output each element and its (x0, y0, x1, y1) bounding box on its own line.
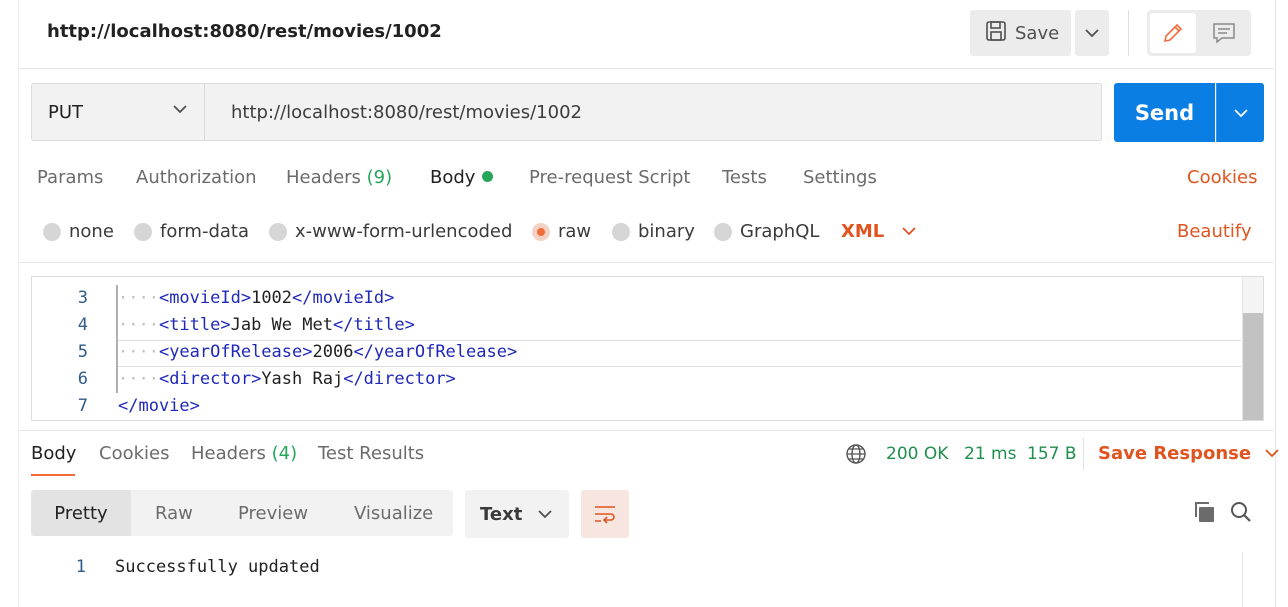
response-line-number: 1 (75, 557, 86, 577)
tab-body[interactable]: Body (430, 167, 494, 188)
tab-headers-label: Headers (286, 167, 361, 188)
divider (1128, 10, 1129, 56)
status-code[interactable]: 200 OK (886, 444, 948, 464)
edit-mode-button[interactable] (1150, 13, 1196, 53)
response-headers-count: (4) (271, 443, 298, 464)
chevron-down-icon (173, 105, 187, 114)
method-value: PUT (48, 101, 84, 123)
active-tab-indicator (31, 474, 75, 476)
tab-headers[interactable]: Headers (9) (286, 167, 392, 188)
radio-dot (43, 222, 61, 241)
response-size[interactable]: 157 B (1027, 444, 1077, 464)
cookies-link[interactable]: Cookies (1187, 167, 1257, 188)
body-active-dot (482, 171, 494, 182)
editor-line-number: 7 (77, 396, 88, 416)
radio-label: none (69, 221, 114, 242)
divider (18, 430, 1274, 431)
request-body-editor[interactable]: 3 ····<movieId>1002</movieId> 4 ····<title>… (31, 276, 1264, 421)
editor-scrollbar-thumb[interactable] (1243, 313, 1263, 420)
beautify-button[interactable]: Beautify (1177, 221, 1252, 242)
send-button[interactable]: Send (1114, 83, 1215, 142)
editor-code-line: ····<title>Jab We Met</title> (118, 315, 415, 335)
radio-label: x-www-form-urlencoded (295, 221, 513, 242)
response-tab-headers-label: Headers (191, 443, 266, 464)
left-border (18, 0, 19, 607)
chevron-down-icon (538, 509, 552, 518)
radio-dot (134, 222, 152, 241)
response-type-select[interactable]: Text (465, 490, 569, 538)
chevron-down-icon (1085, 29, 1099, 38)
language-select[interactable]: XML (841, 221, 916, 242)
tab-body-label: Body (430, 167, 476, 188)
radio-none[interactable]: none (43, 221, 114, 242)
save-label: Save (1015, 22, 1060, 44)
right-border (1275, 0, 1276, 607)
language-value: XML (841, 221, 885, 242)
divider (18, 262, 1274, 263)
save-response-label: Save Response (1098, 443, 1252, 464)
copy-icon[interactable] (1192, 500, 1216, 529)
response-tab-cookies[interactable]: Cookies (99, 443, 169, 464)
wrap-lines-button[interactable] (581, 490, 629, 538)
radio-form-data[interactable]: form-data (134, 221, 249, 242)
format-visualize[interactable]: Visualize (354, 503, 433, 524)
radio-raw[interactable]: raw (532, 221, 591, 242)
radio-graphql[interactable]: GraphQL (714, 221, 819, 242)
wrap-lines-icon (595, 506, 615, 524)
tab-authorization[interactable]: Authorization (136, 167, 257, 188)
request-name[interactable]: http://localhost:8080/rest/movies/1002 (47, 21, 442, 42)
editor-line-number: 4 (77, 315, 88, 335)
comments-button[interactable] (1200, 13, 1248, 53)
radio-label: binary (638, 221, 695, 242)
divider (1083, 438, 1084, 470)
radio-binary[interactable]: binary (612, 221, 695, 242)
tab-pre-request-script[interactable]: Pre-request Script (529, 167, 690, 188)
search-icon[interactable] (1229, 500, 1253, 529)
editor-line-number: 6 (77, 369, 88, 389)
radio-dot (612, 222, 630, 241)
response-type-value: Text (480, 503, 523, 525)
response-tab-test-results[interactable]: Test Results (318, 443, 424, 464)
headers-count: (9) (366, 167, 393, 188)
editor-line-number: 3 (77, 288, 88, 308)
tab-params[interactable]: Params (37, 167, 103, 188)
editor-code-line: ····<yearOfRelease>2006</yearOfRelease> (118, 342, 518, 362)
comment-icon (1213, 23, 1235, 44)
response-scrollbar[interactable] (1242, 552, 1264, 607)
radio-label: raw (558, 221, 592, 242)
save-icon (985, 20, 1007, 47)
pencil-icon (1163, 23, 1183, 43)
editor-code-line: </movie> (118, 396, 200, 416)
editor-code-line: ····<director>Yash Raj</director> (118, 369, 456, 389)
editor-line-number: 5 (77, 342, 88, 362)
chevron-down-icon (902, 227, 916, 236)
radio-label: GraphQL (740, 221, 820, 242)
radio-dot (269, 222, 287, 241)
divider (18, 68, 1274, 69)
chevron-down-icon (1265, 449, 1279, 458)
radio-label: form-data (160, 221, 250, 242)
radio-dot (714, 222, 732, 241)
radio-urlencoded[interactable]: x-www-form-urlencoded (269, 221, 512, 242)
response-time[interactable]: 21 ms (964, 444, 1016, 464)
format-raw[interactable]: Raw (155, 503, 193, 524)
save-dropdown-button[interactable] (1075, 10, 1109, 56)
response-tab-headers[interactable]: Headers (4) (191, 443, 297, 464)
method-select[interactable]: PUT (31, 83, 205, 141)
chevron-down-icon (1233, 108, 1248, 117)
globe-icon[interactable] (845, 443, 867, 470)
response-tab-body[interactable]: Body (31, 443, 76, 464)
format-preview[interactable]: Preview (238, 503, 308, 524)
tab-tests[interactable]: Tests (722, 167, 767, 188)
save-response-button[interactable]: Save Response (1098, 443, 1279, 464)
response-content[interactable]: Successfully updated (115, 557, 320, 577)
tab-settings[interactable]: Settings (803, 167, 877, 188)
save-button[interactable]: Save (970, 10, 1071, 56)
editor-code-line: ····<movieId>1002</movieId> (118, 288, 395, 308)
format-pretty[interactable]: Pretty (31, 490, 131, 536)
send-dropdown-button[interactable] (1216, 83, 1264, 142)
url-input[interactable]: http://localhost:8080/rest/movies/1002 (205, 83, 1102, 141)
radio-dot-selected (532, 222, 550, 241)
